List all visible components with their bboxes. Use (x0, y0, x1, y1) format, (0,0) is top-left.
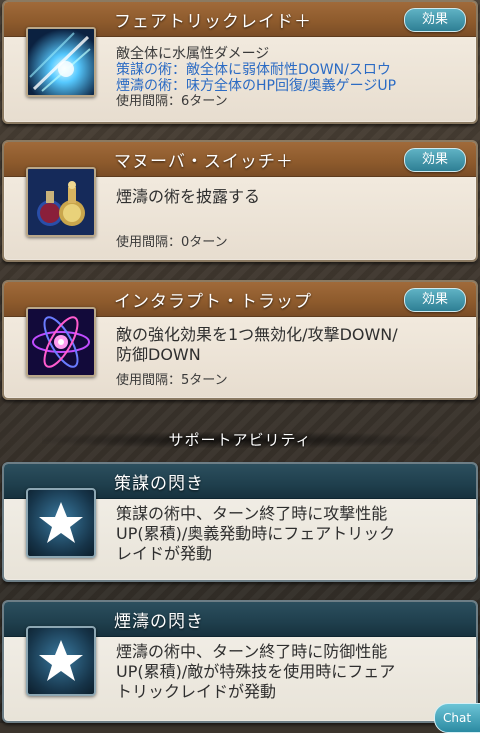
support-title: 煙濤の閃き (114, 612, 204, 632)
desc-line-blue: 策謀の術：敵全体に弱体耐性DOWN/スロウ (116, 62, 391, 78)
support-ability-header: サポートアビリティ (0, 417, 480, 463)
support-card-1: 策謀の閃き 策謀の術中、ターン終了時に攻撃性能 UP(累積)/奥義発動時にフェア… (2, 462, 478, 582)
skill-title: フェアトリックレイド＋ (114, 12, 312, 32)
desc-line: UP(累積)/奥義発動時にフェアトリック (116, 524, 396, 543)
desc-line: 敵の強化効果を1つ無効化/攻撃DOWN/ (116, 325, 398, 344)
desc-line-blue: 煙濤の術：味方全体のHP回復/奥義ゲージUP (116, 78, 397, 94)
skill-description: 敵の強化効果を1つ無効化/攻撃DOWN/ 防御DOWN (116, 325, 398, 365)
support-card-2: 煙濤の閃き 煙濤の術中、ターン終了時に防御性能 UP(累積)/敵が特殊技を使用時… (2, 600, 478, 723)
desc-line: 煙濤の術中、ターン終了時に防御性能 (116, 642, 388, 661)
chat-button[interactable]: Chat (434, 703, 480, 733)
support-description: 煙濤の術中、ターン終了時に防御性能 UP(累積)/敵が特殊技を使用時にフェア ト… (116, 642, 395, 702)
effect-button[interactable]: 効果 (404, 148, 466, 172)
desc-line: レイドが発動 (116, 544, 213, 563)
skill-title: インタラプト・トラップ (114, 292, 312, 312)
skill-card-1: フェアトリックレイド＋ 効果 敵全体に水属性ダメージ 策謀の術：敵全体に弱体耐性… (2, 0, 478, 124)
skill-title: マヌーバ・スイッチ＋ (114, 152, 294, 172)
skill-description: 煙濤の術を披露する (116, 187, 261, 206)
support-description: 策謀の術中、ターン終了時に攻撃性能 UP(累積)/奥義発動時にフェアトリック レ… (116, 504, 395, 564)
water-strike-icon (26, 27, 96, 97)
desc-line: UP(累積)/敵が特殊技を使用時にフェア (116, 662, 396, 681)
desc-line: 策謀の術中、ターン終了時に攻撃性能 (116, 504, 388, 523)
skill-cooldown: 使用間隔：0ターン (116, 235, 228, 250)
desc-line: 防御DOWN (116, 345, 201, 364)
effect-button[interactable]: 効果 (404, 8, 466, 32)
skill-cooldown: 使用間隔：6ターン (116, 94, 228, 109)
potion-flasks-icon (26, 167, 96, 237)
support-title: 策謀の閃き (114, 474, 204, 494)
skill-cooldown: 使用間隔：5ターン (116, 373, 228, 388)
skill-card-3: インタラプト・トラップ 効果 敵の強化効果を1つ無効化/攻撃DOWN/ 防御DO… (2, 280, 478, 400)
star-icon (26, 488, 96, 558)
desc-line: 敵全体に水属性ダメージ (116, 46, 270, 62)
effect-button[interactable]: 効果 (404, 288, 466, 312)
atom-trap-icon (26, 307, 96, 377)
desc-line: トリックレイドが発動 (116, 682, 277, 701)
star-icon (26, 626, 96, 696)
skill-description: 敵全体に水属性ダメージ 策謀の術：敵全体に弱体耐性DOWN/スロウ 煙濤の術：味… (116, 46, 396, 110)
support-ability-title: サポートアビリティ (168, 431, 312, 449)
skill-card-2: マヌーバ・スイッチ＋ 効果 煙濤の術を披露する 使用間隔：0ターン (2, 140, 478, 262)
